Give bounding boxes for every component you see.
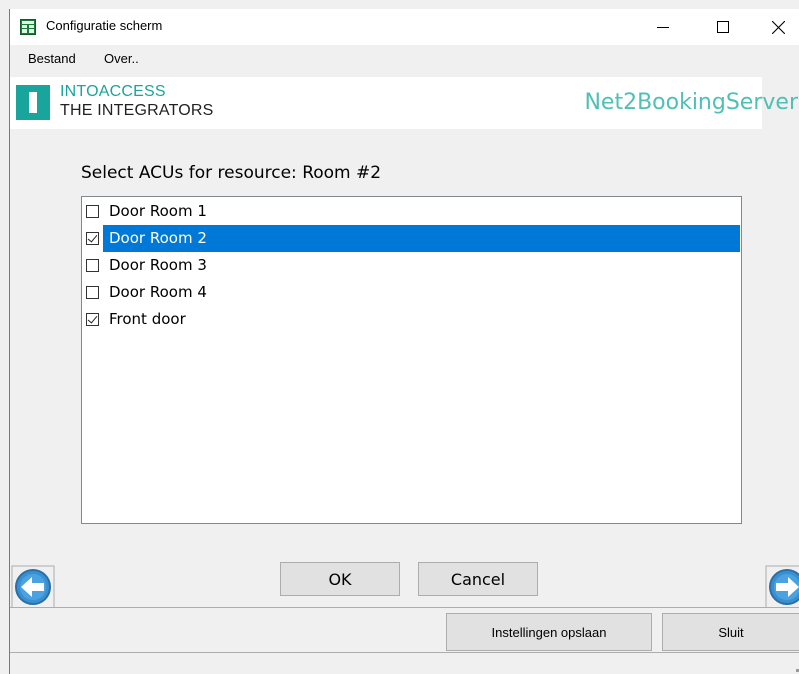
menu-bar: Bestand Over.. <box>10 45 799 71</box>
arrow-right-circle-icon <box>765 565 799 609</box>
list-item-front-door[interactable]: Front door <box>83 306 740 333</box>
list-item-label: Front door <box>109 310 186 328</box>
logo-tagline: THE INTEGRATORS <box>60 102 214 119</box>
checkbox-front-door[interactable] <box>86 313 99 326</box>
save-settings-button[interactable]: Instellingen opslaan <box>446 613 652 651</box>
list-item-label: Door Room 2 <box>103 225 740 252</box>
list-item-door-room-4[interactable]: Door Room 4 <box>83 279 740 306</box>
page-title: Select ACUs for resource: Room #2 <box>81 163 382 183</box>
product-name: Net2BookingServer <box>584 90 798 115</box>
ok-button[interactable]: OK <box>280 562 400 596</box>
list-item-label: Door Room 3 <box>109 256 207 274</box>
close-icon <box>771 20 785 34</box>
list-item-label: Door Room 1 <box>109 202 207 220</box>
acu-checklist[interactable]: Door Room 1 Door Room 2 Door Room 3 Door… <box>81 196 742 524</box>
list-item-door-room-3[interactable]: Door Room 3 <box>83 252 740 279</box>
next-button[interactable] <box>765 565 799 609</box>
checkbox-door-room-1[interactable] <box>86 205 99 218</box>
menu-over[interactable]: Over.. <box>104 51 139 66</box>
list-item-door-room-1[interactable]: Door Room 1 <box>83 198 740 225</box>
configuration-window: Configuratie scherm Bestand Over.. INTOA… <box>9 9 799 674</box>
previous-button[interactable] <box>11 565 55 609</box>
intoaccess-logo-icon <box>16 85 50 120</box>
menu-bestand[interactable]: Bestand <box>28 51 76 66</box>
app-grid-icon <box>20 19 36 35</box>
logo-brand: INTOACCESS <box>60 83 166 100</box>
minimize-icon <box>657 27 669 28</box>
checkbox-door-room-4[interactable] <box>86 286 99 299</box>
close-button[interactable]: Sluit <box>662 613 799 651</box>
checkbox-door-room-3[interactable] <box>86 259 99 272</box>
minimize-button[interactable] <box>640 9 686 45</box>
maximize-button[interactable] <box>700 9 746 45</box>
checkbox-door-room-2[interactable] <box>86 232 99 245</box>
arrow-left-circle-icon <box>11 565 55 609</box>
window-title: Configuratie scherm <box>46 18 163 33</box>
close-window-button[interactable] <box>755 9 799 45</box>
maximize-icon <box>717 21 729 33</box>
list-item-label: Door Room 4 <box>109 283 207 301</box>
header-banner: INTOACCESS THE INTEGRATORS Net2BookingSe… <box>10 77 798 129</box>
cancel-button[interactable]: Cancel <box>418 562 538 596</box>
title-bar[interactable]: Configuratie scherm <box>10 9 799 45</box>
list-item-door-room-2[interactable]: Door Room 2 <box>83 225 740 252</box>
